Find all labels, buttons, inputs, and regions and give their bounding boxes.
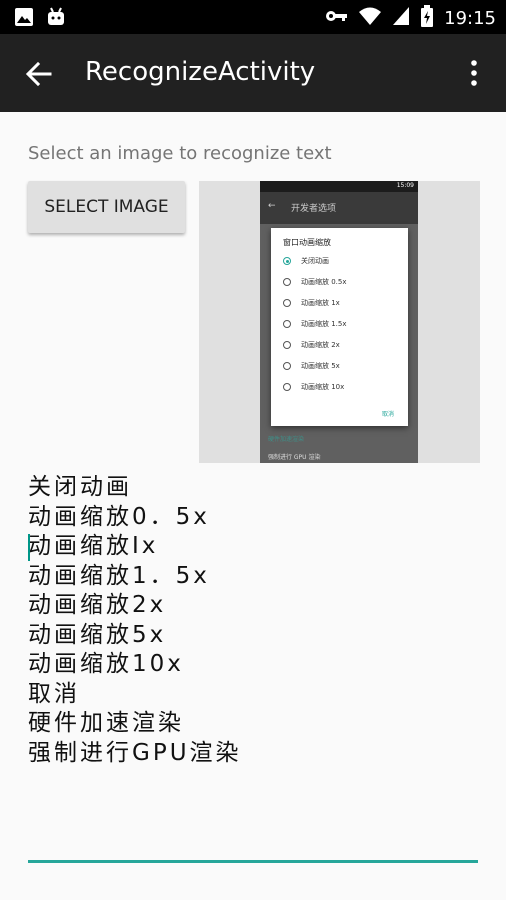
thumbnail-option: 动画缩放 0.5x <box>283 276 347 288</box>
selected-image-preview: 15:09 ← 开发者选项 硬件加速渲染 强制进行 GPU 渲染 窗口动画缩放 … <box>199 181 480 463</box>
radio-icon <box>283 299 291 307</box>
key-icon <box>324 6 348 30</box>
thumbnail-option: 动画缩放 5x <box>283 360 340 372</box>
thumbnail-option: 关闭动画 <box>283 255 329 267</box>
thumbnail-dialog: 窗口动画缩放 关闭动画 动画缩放 0.5x 动画缩放 1x 动画缩放 1.5x … <box>271 228 408 426</box>
recognized-line: 动画缩放10x <box>28 651 184 677</box>
more-vert-icon[interactable] <box>462 58 486 88</box>
radio-icon <box>283 383 291 391</box>
thumbnail-toolbar: ← 开发者选项 <box>260 192 418 224</box>
thumbnail-bottom-2: 强制进行 GPU 渲染 <box>268 454 321 461</box>
recognized-line: 动画缩放5x <box>28 621 167 648</box>
thumbnail-option: 动画缩放 10x <box>283 381 344 393</box>
recognized-line: 动画缩放0．5x <box>28 503 210 530</box>
thumbnail-status-bar: 15:09 <box>260 181 418 192</box>
recognized-line: 关闭动画 <box>28 474 132 500</box>
radio-icon <box>283 362 291 370</box>
recognized-line: 动画缩放2x <box>28 592 167 618</box>
image-notification-icon <box>14 7 34 31</box>
thumbnail-back-icon: ← <box>268 201 276 211</box>
signal-icon <box>392 6 410 30</box>
recognized-text-field[interactable]: 关闭动画 动画缩放0．5x 动画缩放Ix 动画缩放1．5x 动画缩放2x 动画缩… <box>28 474 478 774</box>
thumbnail-option: 动画缩放 2x <box>283 339 340 351</box>
page-title: RecognizeActivity <box>85 57 316 87</box>
thumbnail-cancel: 取消 <box>381 411 394 418</box>
text-cursor <box>28 534 30 561</box>
select-image-button[interactable]: SELECT IMAGE <box>28 181 185 233</box>
thumbnail-dialog-title: 窗口动画缩放 <box>283 238 331 247</box>
thumbnail-option: 动画缩放 1.5x <box>283 318 347 330</box>
recognized-line: 动画缩放1．5x <box>28 562 210 589</box>
text-field-underline <box>28 860 478 863</box>
thumbnail-option: 动画缩放 1x <box>283 297 340 309</box>
thumbnail-bottom-1: 硬件加速渲染 <box>268 436 305 443</box>
recognized-line: 硬件加速渲染 <box>28 710 184 736</box>
status-bar: 19:15 <box>0 0 506 34</box>
radio-icon <box>283 341 291 349</box>
recognized-line: 取消 <box>28 680 80 707</box>
screenshot-thumbnail: 15:09 ← 开发者选项 硬件加速渲染 强制进行 GPU 渲染 窗口动画缩放 … <box>260 181 418 463</box>
instruction-text: Select an image to recognize text <box>28 143 332 164</box>
arrow-back-icon[interactable] <box>24 59 54 89</box>
radio-icon <box>283 320 291 328</box>
wifi-icon <box>358 6 382 30</box>
radio-icon <box>283 278 291 286</box>
status-time: 19:15 <box>444 7 496 29</box>
thumbnail-title: 开发者选项 <box>291 204 337 214</box>
recognized-line: 动画缩放Ix <box>28 533 159 559</box>
recognized-line: 强制进行GPU渲染 <box>28 739 242 766</box>
android-notification-icon <box>46 7 66 31</box>
app-bar: RecognizeActivity <box>0 34 506 112</box>
battery-charging-icon <box>420 5 434 31</box>
thumbnail-time: 15:09 <box>396 182 414 189</box>
radio-selected-icon <box>283 257 291 265</box>
